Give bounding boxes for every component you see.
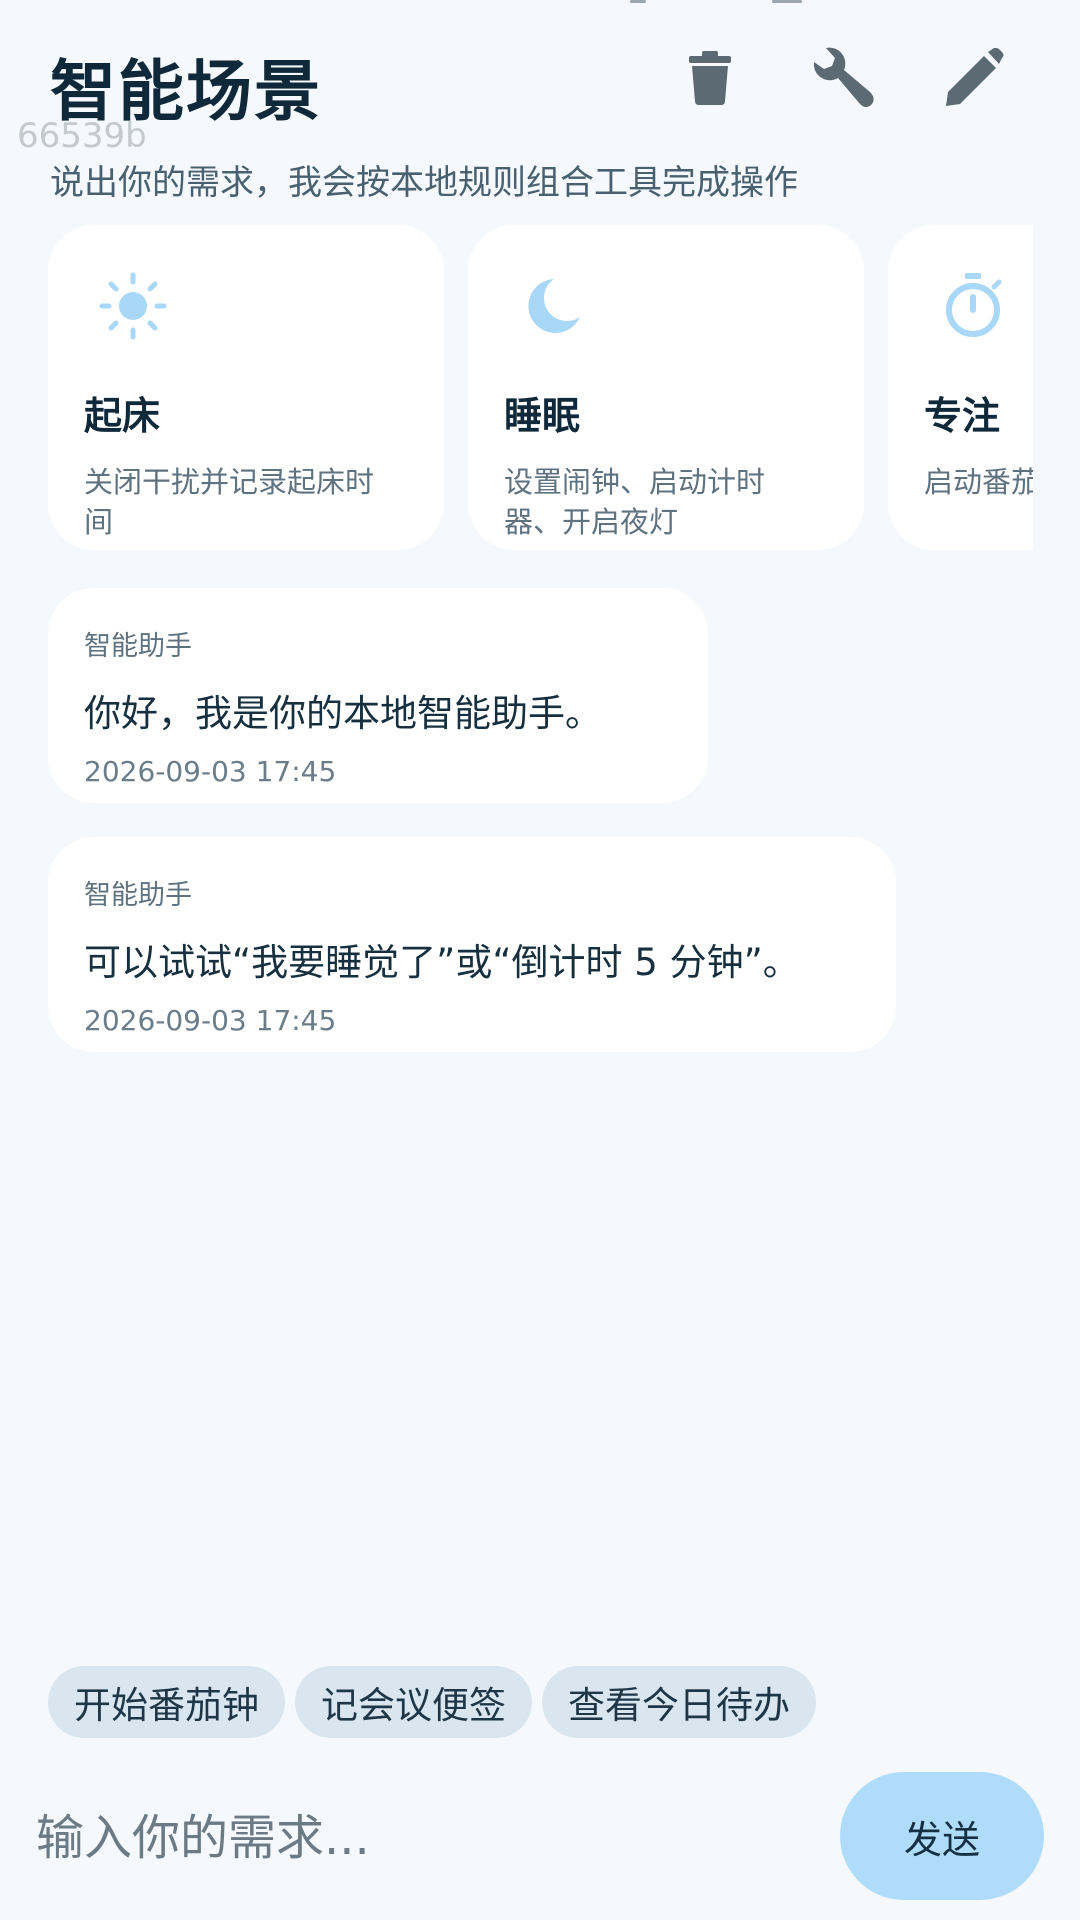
top-actions: [674, 42, 1010, 114]
scene-carousel[interactable]: 起床 关闭干扰并记录起床时间 睡眠 设置闹钟、启动计时器、开启夜灯 专注 启动番…: [48, 225, 1033, 550]
message-text: 可以试试“我要睡觉了”或“倒计时 5 分钟”。: [84, 941, 800, 984]
scene-card-wake[interactable]: 起床 关闭干扰并记录起床时间: [48, 225, 444, 550]
quick-actions: 开始番茄钟 记会议便签 查看今日待办: [48, 1666, 816, 1738]
edit-button[interactable]: [938, 42, 1010, 114]
chat-message: 智能助手 可以试试“我要睡觉了”或“倒计时 5 分钟”。 2026-09-03 …: [48, 837, 896, 1052]
scene-desc: 关闭干扰并记录起床时间: [84, 465, 375, 539]
message-text: 你好，我是你的本地智能助手。: [84, 692, 602, 735]
scene-desc: 设置闹钟、启动计时器、开启夜灯: [504, 465, 766, 539]
chip-today-todos[interactable]: 查看今日待办: [542, 1666, 816, 1738]
scene-title: 专注: [924, 394, 1001, 438]
message-sender: 智能助手: [84, 631, 192, 662]
chip-start-pomodoro[interactable]: 开始番茄钟: [48, 1666, 285, 1738]
trash-icon: [689, 51, 731, 105]
timer-icon: [946, 273, 1002, 337]
chip-meeting-note[interactable]: 记会议便签: [295, 1666, 532, 1738]
message-sender: 智能助手: [84, 880, 192, 911]
delete-button[interactable]: [674, 42, 746, 114]
moon-icon: [528, 279, 580, 333]
message-time: 2026-09-03 17:45: [84, 1004, 337, 1037]
sun-icon: [99, 272, 167, 340]
scene-desc: 启动番茄钟专注完成: [924, 465, 1033, 499]
chat-message: 智能助手 你好，我是你的本地智能助手。 2026-09-03 17:45: [48, 588, 708, 803]
message-time: 2026-09-03 17:45: [84, 755, 337, 788]
scene-card-sleep[interactable]: 睡眠 设置闹钟、启动计时器、开启夜灯: [468, 225, 864, 550]
scene-card-focus[interactable]: 专注 启动番茄钟专注完成: [888, 225, 1033, 550]
scene-title: 睡眠: [504, 394, 581, 438]
build-tag: 66539b: [17, 116, 147, 156]
send-button[interactable]: 发送: [840, 1772, 1044, 1900]
status-icon: [630, 0, 646, 3]
pencil-icon: [946, 48, 1004, 106]
message-input[interactable]: [36, 1798, 796, 1878]
status-bar: [0, 0, 1080, 4]
tools-button[interactable]: [806, 42, 878, 114]
page-subtitle: 说出你的需求，我会按本地规则组合工具完成操作: [50, 163, 798, 203]
scene-title: 起床: [84, 394, 161, 438]
wrench-icon: [813, 47, 874, 107]
status-icon: [772, 0, 802, 3]
